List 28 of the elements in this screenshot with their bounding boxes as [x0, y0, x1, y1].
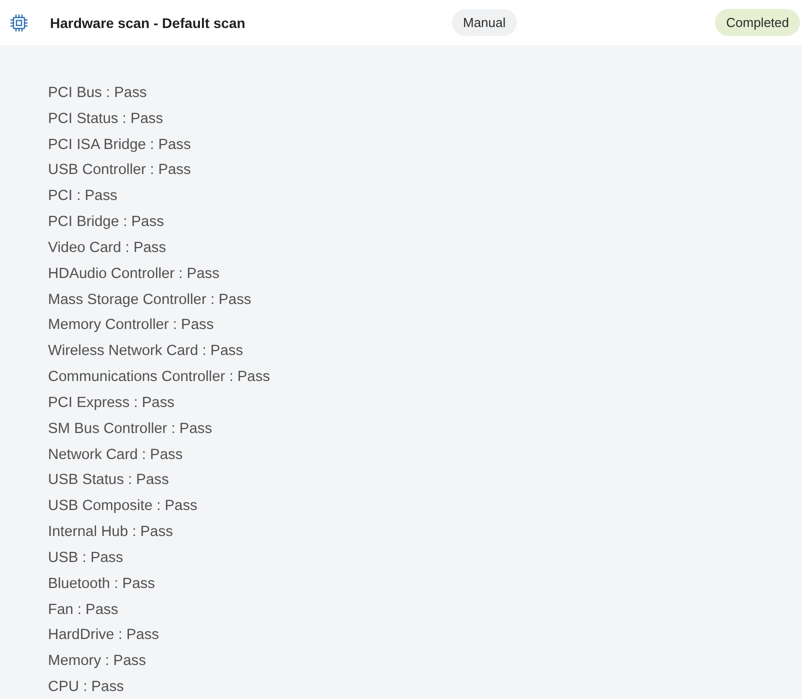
scan-result: PCI : Pass [48, 187, 118, 206]
scan-result: Memory Controller : Pass [48, 316, 214, 336]
scan-result: PCI ISA Bridge : Pass [48, 136, 191, 155]
status-badge: Completed [715, 9, 800, 36]
scan-result: CPU : Pass [48, 678, 124, 698]
scan-result: USB Status : Pass [48, 471, 169, 490]
chip-icon [10, 14, 28, 32]
scan-result: HardDrive : Pass [48, 626, 160, 646]
scan-result: Bluetooth : Pass [48, 574, 155, 594]
scan-result: USB Composite : Pass [48, 497, 198, 516]
scan-result: Communications Controller : Pass [48, 368, 270, 388]
scan-result: Video Card : Pass [48, 238, 166, 258]
scan-result: SM Bus Controller : Pass [48, 420, 212, 439]
scan-result: USB : Pass [48, 548, 124, 568]
scan-result: Network Card : Pass [48, 446, 183, 465]
scan-result: PCI Status : Pass [48, 110, 164, 129]
scan-result: Wireless Network Card : Pass [48, 342, 244, 362]
scan-result: HDAudio Controller : Pass [48, 264, 220, 284]
scan-result: PCI Express : Pass [48, 394, 175, 413]
scan-result: PCI Bus : Pass [48, 84, 147, 103]
scan-result: Internal Hub : Pass [48, 523, 173, 542]
scan-result: Memory : Pass [48, 652, 146, 672]
scan-result: USB Controller : Pass [48, 161, 191, 180]
scan-result: PCI Bridge : Pass [48, 213, 164, 232]
mode-badge: Manual [452, 9, 517, 36]
scan-result: Mass Storage Controller : Pass [48, 290, 252, 310]
scan-result: Fan : Pass [48, 600, 118, 620]
scan-title: Hardware scan - Default scan [50, 14, 246, 30]
